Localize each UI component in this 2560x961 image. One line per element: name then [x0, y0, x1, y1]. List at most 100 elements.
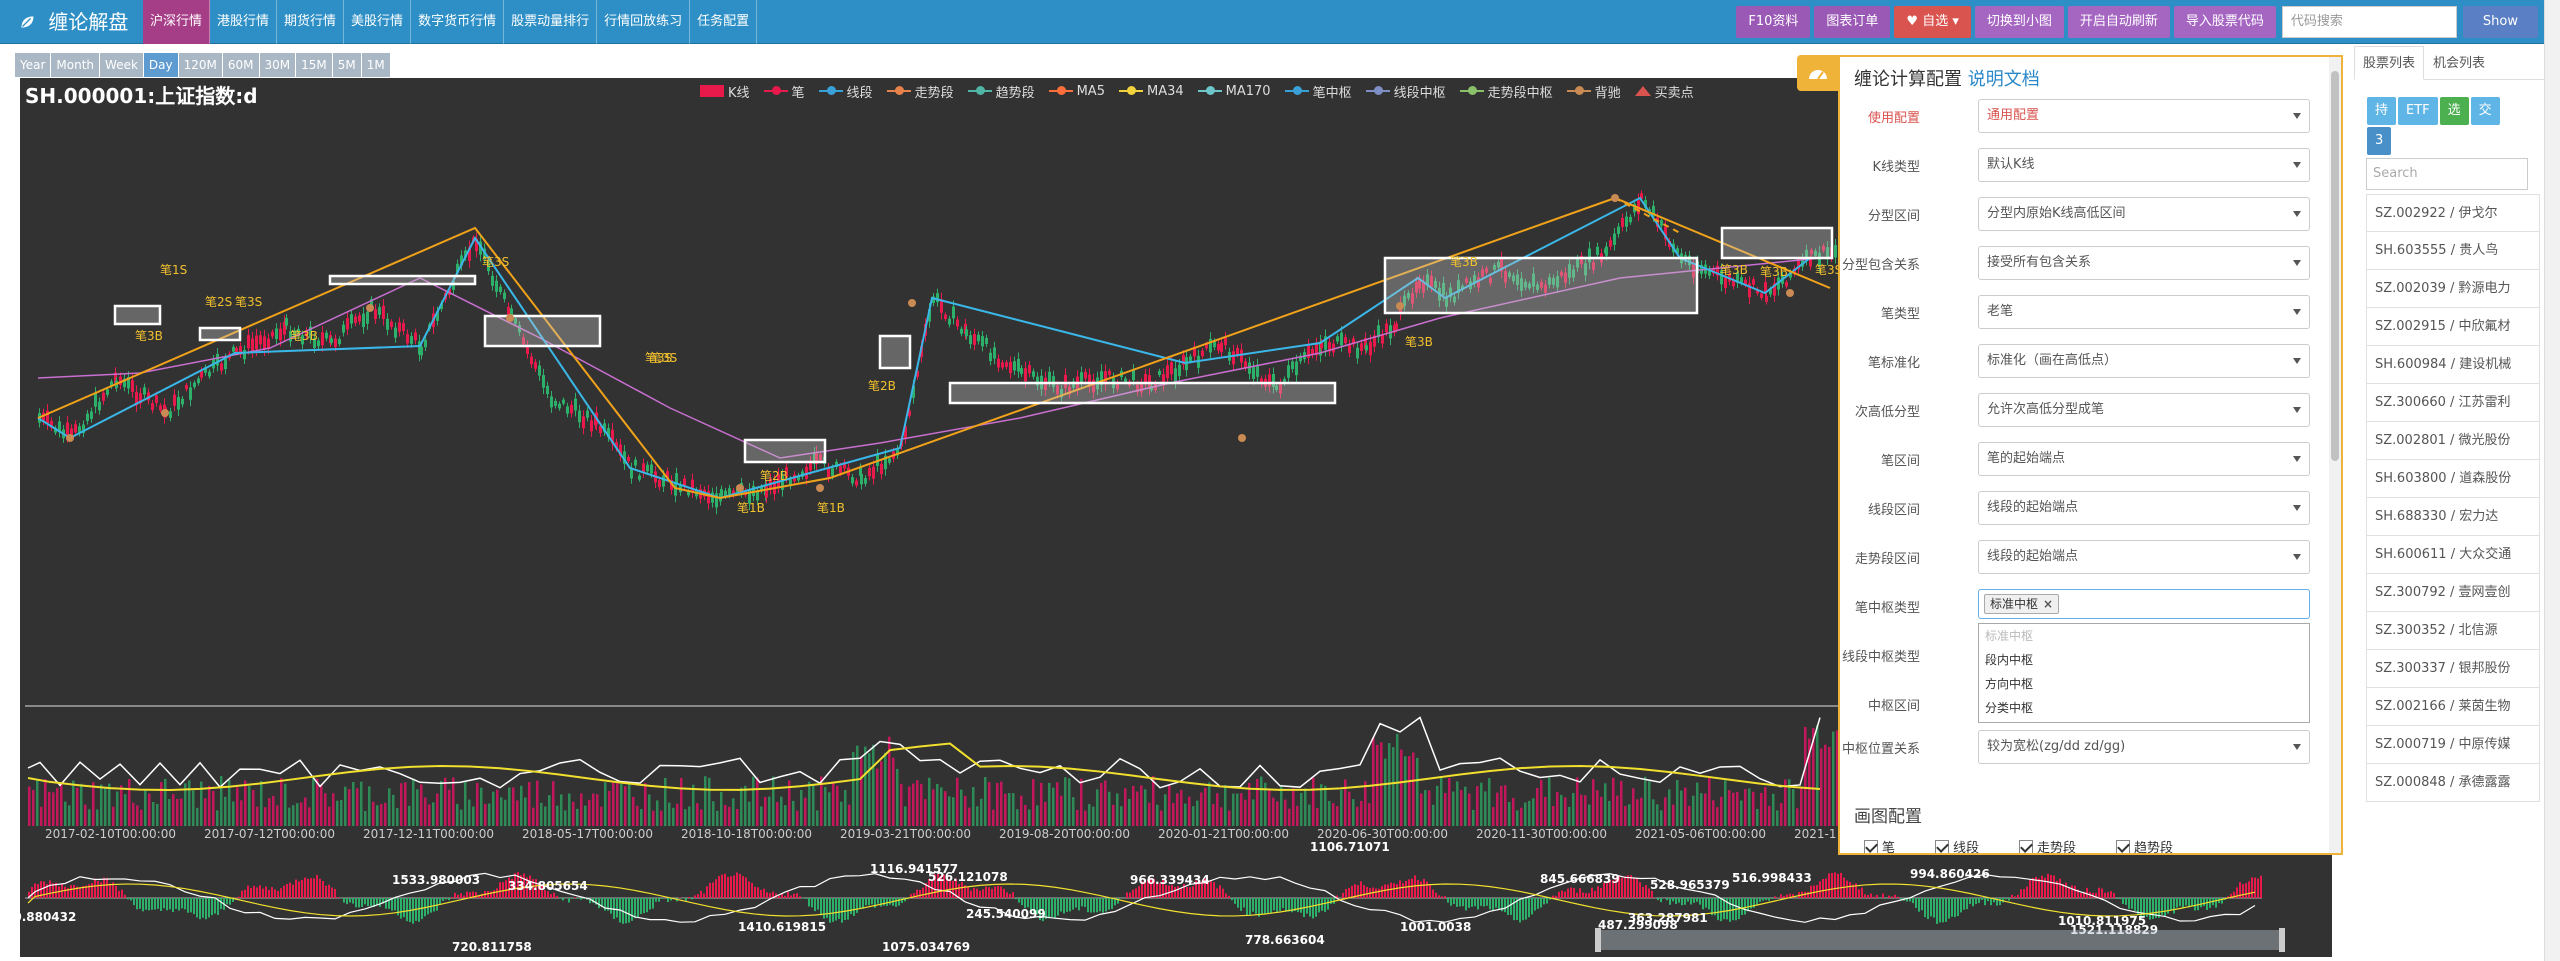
config-select[interactable]: 允许次高低分型成笔 — [1978, 393, 2310, 427]
config-select[interactable]: 线段的起始端点 — [1978, 540, 2310, 574]
legend-item[interactable]: 背驰 — [1566, 82, 1621, 101]
brand[interactable]: 缠论解盘 — [18, 8, 128, 36]
panel-scrollbar[interactable] — [2329, 57, 2341, 853]
nav-item-4[interactable]: 数字货币行情 — [411, 0, 505, 44]
tab-stock-list[interactable]: 股票列表 — [2354, 46, 2425, 80]
nav-item-5[interactable]: 股票动量排行 — [504, 0, 598, 44]
nav-item-1[interactable]: 港股行情 — [210, 0, 278, 44]
zoom-handle-left[interactable] — [1595, 928, 1601, 952]
filter-button[interactable]: 交 — [2470, 97, 2500, 125]
zoom-slider-range[interactable] — [1595, 930, 2285, 950]
volume-bar — [1120, 806, 1123, 826]
filter-button[interactable]: ETF — [2398, 97, 2438, 125]
doc-link[interactable]: 说明文档 — [1968, 69, 2040, 90]
stock-list-item[interactable]: SZ.002166 / 莱茵生物 — [2366, 688, 2540, 726]
stock-list-item[interactable]: SZ.300337 / 银邦股份 — [2366, 650, 2540, 688]
legend-item[interactable]: 笔 — [763, 82, 805, 101]
period-2[interactable]: Week — [100, 53, 143, 77]
auto-refresh-button[interactable]: 开启自动刷新 — [2067, 6, 2170, 38]
checkbox-label: 走势段 — [2037, 841, 2077, 855]
draw-checkbox[interactable]: 笔 — [1864, 837, 1895, 853]
config-select[interactable]: 默认K线 — [1978, 148, 2310, 182]
period-6[interactable]: 30M — [259, 53, 296, 77]
legend-item[interactable]: MA170 — [1197, 84, 1271, 99]
stock-list-item[interactable]: SH.688330 / 宏力达 — [2366, 498, 2540, 536]
nav-item-6[interactable]: 行情回放练习 — [597, 0, 691, 44]
zoom-handle-right[interactable] — [2279, 928, 2285, 952]
tab-opportunity-list[interactable]: 机会列表 — [2424, 46, 2494, 80]
macd-bar — [787, 891, 789, 898]
volume-bar — [1540, 779, 1543, 826]
stock-list-item[interactable]: SH.603800 / 道森股份 — [2366, 460, 2540, 498]
stock-list-item[interactable]: SZ.300792 / 壹网壹创 — [2366, 574, 2540, 612]
zs-position-select[interactable]: 较为宽松(zg/dd zd/gg) — [1978, 730, 2310, 764]
nav-item-0[interactable]: 沪深行情 — [143, 0, 211, 44]
f10-button[interactable]: F10资料 — [1736, 6, 1811, 38]
nav-item-2[interactable]: 期货行情 — [277, 0, 345, 44]
stock-list-item[interactable]: SZ.002922 / 伊戈尔 — [2366, 194, 2540, 232]
code-search-input[interactable]: 代码搜索 — [2281, 6, 2457, 38]
show-button[interactable]: Show — [2462, 6, 2538, 38]
macd-bar — [1522, 898, 1524, 921]
page-scrollbar[interactable] — [2544, 0, 2560, 961]
macd-bar — [127, 898, 129, 900]
legend-item[interactable]: 线段 — [818, 82, 873, 101]
stock-list-item[interactable]: SZ.002039 / 黔源电力 — [2366, 270, 2540, 308]
stock-list-item[interactable]: SZ.000719 / 中原传媒 — [2366, 726, 2540, 764]
legend-item[interactable]: MA34 — [1118, 84, 1184, 99]
remove-tag-icon[interactable]: × — [2043, 597, 2053, 611]
legend-item[interactable]: 趋势段 — [967, 82, 1035, 101]
draw-checkbox[interactable]: 走势段 — [2019, 837, 2077, 855]
period-9[interactable]: 1M — [361, 53, 390, 77]
stock-list-item[interactable]: SZ.300352 / 北信源 — [2366, 612, 2540, 650]
period-7[interactable]: 15M — [296, 53, 332, 77]
bi-zs-type-select[interactable]: 标准中枢 × — [1978, 589, 2310, 619]
period-4[interactable]: 120M — [178, 53, 222, 77]
panel-scroll-thumb[interactable] — [2331, 71, 2339, 461]
zs-type-tag[interactable]: 标准中枢 × — [1984, 594, 2060, 614]
config-panel-toggle[interactable] — [1797, 55, 1839, 91]
config-select[interactable]: 笔的起始端点 — [1978, 442, 2310, 476]
config-select[interactable]: 老笔 — [1978, 295, 2310, 329]
stock-list-item[interactable]: SH.600611 / 大众交通 — [2366, 536, 2540, 574]
stock-list-item[interactable]: SH.600984 / 建设机械 — [2366, 346, 2540, 384]
stock-search-input[interactable]: Search — [2366, 158, 2528, 190]
nav-item-7[interactable]: 任务配置 — [690, 0, 758, 44]
legend-item[interactable]: 买卖点 — [1634, 82, 1694, 101]
legend-item[interactable]: 笔中枢 — [1284, 82, 1352, 101]
macd-bar — [325, 885, 327, 898]
filter-button[interactable]: 选 — [2439, 97, 2469, 125]
candle-body — [102, 392, 105, 401]
config-select[interactable]: 通用配置 — [1978, 99, 2310, 133]
period-3[interactable]: Day — [143, 53, 178, 77]
legend-item[interactable]: 线段中枢 — [1365, 82, 1446, 101]
legend-item[interactable]: 走势段中枢 — [1459, 82, 1553, 101]
config-select[interactable]: 线段的起始端点 — [1978, 491, 2310, 525]
period-8[interactable]: 5M — [332, 53, 361, 77]
filter-button[interactable]: 3 — [2367, 127, 2392, 155]
macd-bar — [961, 881, 963, 898]
draw-checkbox[interactable]: 线段 — [1935, 837, 1979, 853]
stock-list-item[interactable]: SZ.002801 / 微光股份 — [2366, 422, 2540, 460]
stock-list-item[interactable]: SH.603555 / 贵人鸟 — [2366, 232, 2540, 270]
legend-item[interactable]: 走势段 — [886, 82, 954, 101]
stock-list-item[interactable]: SZ.300660 / 江苏雷利 — [2366, 384, 2540, 422]
stock-list-item[interactable]: SZ.002915 / 中欣氟材 — [2366, 308, 2540, 346]
small-chart-button[interactable]: 切换到小图 — [1974, 6, 2064, 38]
config-select[interactable]: 接受所有包含关系 — [1978, 246, 2310, 280]
legend-item[interactable]: K线 — [700, 82, 750, 101]
watchlist-button[interactable]: ♥ 自选 ▾ — [1894, 6, 1971, 38]
period-1[interactable]: Month — [51, 53, 100, 77]
stock-list-item[interactable]: SZ.000848 / 承德露露 — [2366, 764, 2540, 802]
legend-item[interactable]: MA5 — [1048, 84, 1105, 99]
period-0[interactable]: Year — [15, 53, 51, 77]
nav-item-3[interactable]: 美股行情 — [344, 0, 412, 44]
filter-button[interactable]: 持 — [2367, 97, 2397, 125]
bsp-label: 笔3B — [135, 328, 163, 343]
chart-order-button[interactable]: 图表订单 — [1814, 6, 1891, 38]
config-select[interactable]: 标准化（画在高低点） — [1978, 344, 2310, 378]
config-select[interactable]: 分型内原始K线高低区间 — [1978, 197, 2310, 231]
import-codes-button[interactable]: 导入股票代码 — [2173, 6, 2276, 38]
draw-checkbox[interactable]: 趋势段 — [2116, 837, 2173, 853]
period-5[interactable]: 60M — [222, 53, 259, 77]
